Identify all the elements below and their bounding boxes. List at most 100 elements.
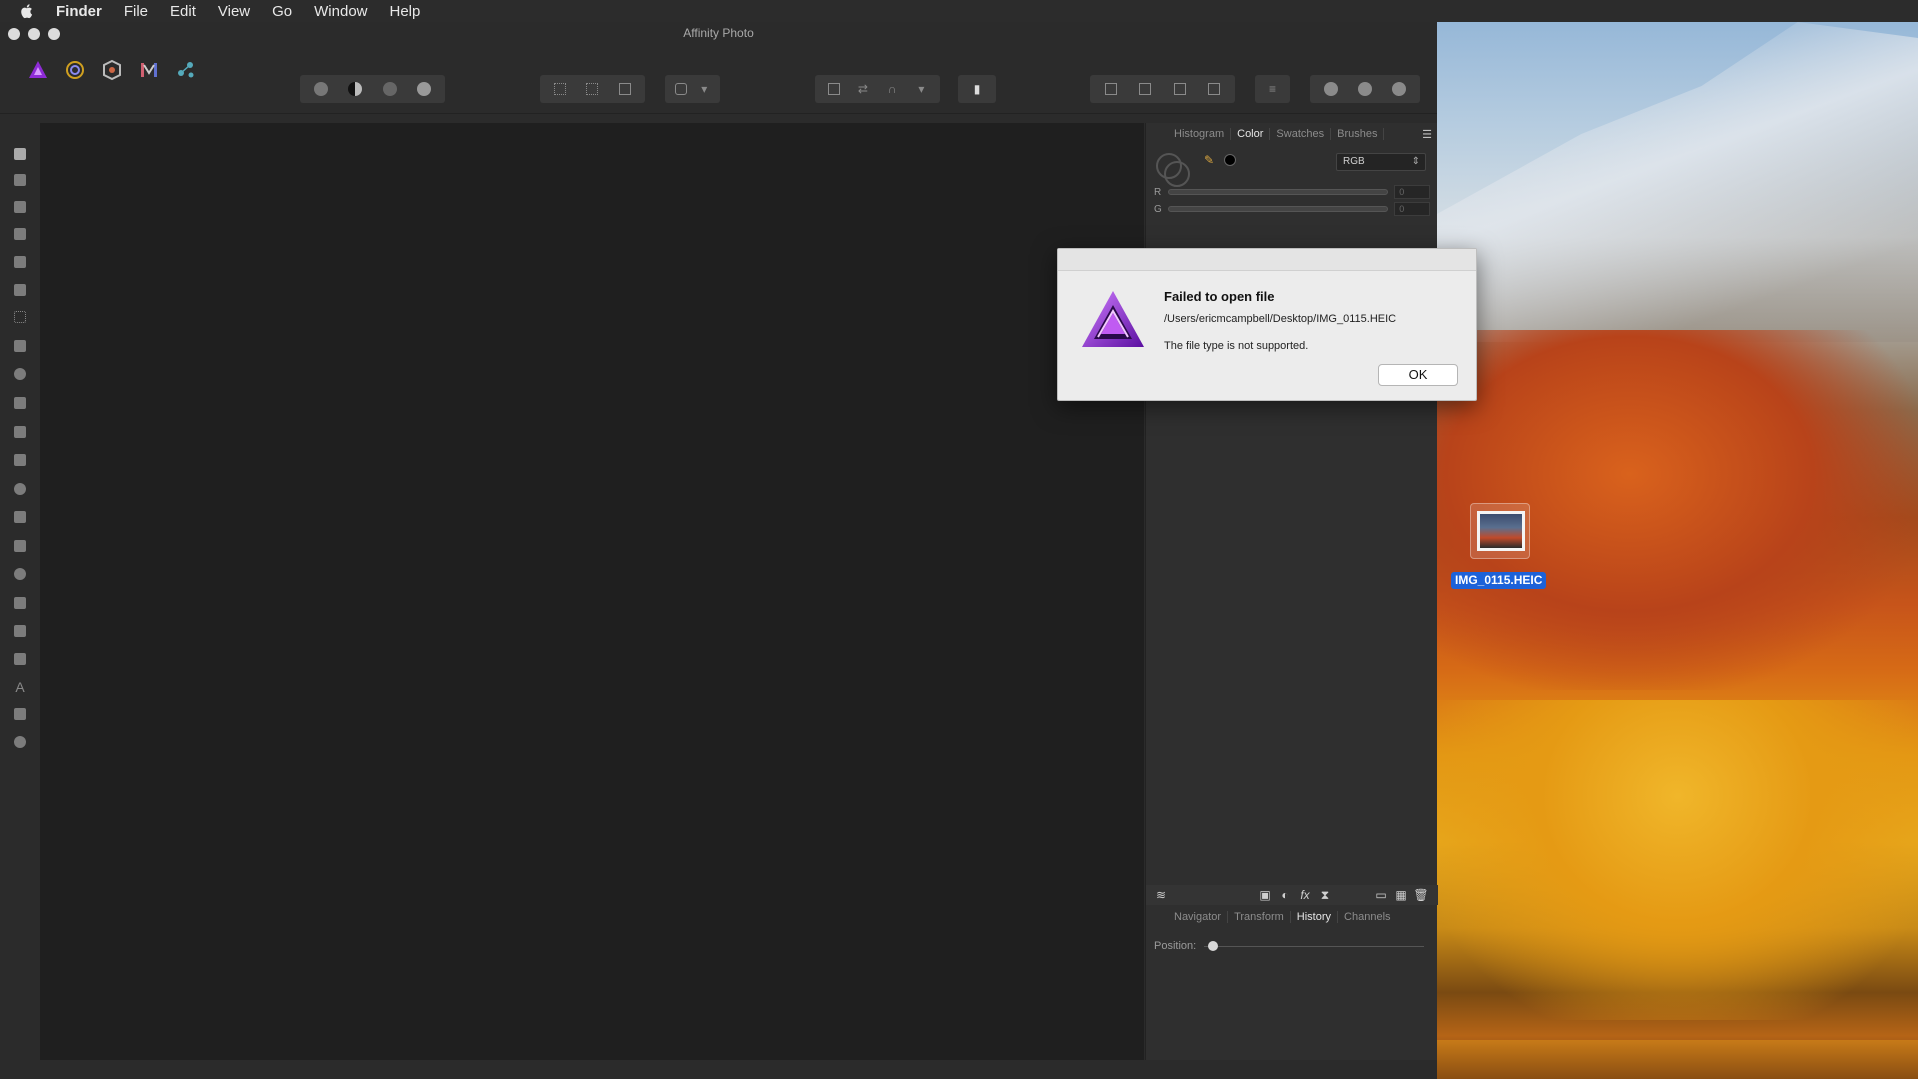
slider-r-track[interactable] [1167,189,1389,195]
color-wells[interactable] [1156,153,1192,189]
hand-tool-icon[interactable] [11,145,29,163]
pen-tool-icon[interactable] [11,594,29,612]
desktop-file-icon[interactable] [1470,503,1530,559]
mesh-warp-tool-icon[interactable] [11,705,29,723]
slider-r-label: R [1154,186,1162,198]
tab-brushes[interactable]: Brushes [1331,128,1385,140]
text-tool-icon[interactable]: A [11,678,29,696]
menu-go[interactable]: Go [272,3,292,20]
current-color-swatch[interactable] [1224,154,1236,166]
menu-finder[interactable]: Finder [56,3,102,20]
paint-brush-tool-icon[interactable] [11,394,29,412]
affinity-photo-logo-icon [1082,291,1144,347]
grid-icon[interactable] [822,79,846,99]
shadow-icon[interactable] [378,79,402,99]
move-forward-icon[interactable] [1168,79,1192,99]
move-back-icon[interactable] [1099,79,1123,99]
move-front-icon[interactable] [1202,79,1226,99]
clone-tool-icon[interactable] [11,508,29,526]
flood-fill-tool-icon[interactable] [11,337,29,355]
ok-button[interactable]: OK [1378,364,1458,386]
deselect-icon[interactable] [580,79,604,99]
chevron-down-icon[interactable]: ▾ [693,79,717,99]
tab-transform[interactable]: Transform [1228,911,1291,923]
align-icon[interactable]: ≡ [1261,79,1285,99]
close-window-button[interactable] [8,28,20,40]
invert-selection-icon[interactable] [613,79,637,99]
slider-r[interactable]: R 0 [1154,185,1430,199]
mask-layer-icon[interactable]: ▣ [1258,888,1272,902]
layers-icon[interactable]: ≋ [1154,888,1168,902]
color-picker-tool-icon[interactable] [11,198,29,216]
fx-icon[interactable]: fx [1298,888,1312,902]
liquify-persona-icon[interactable] [62,57,88,83]
tab-channels[interactable]: Channels [1338,911,1396,923]
subtract-icon[interactable] [1353,79,1377,99]
position-label: Position: [1154,940,1197,952]
red-eye-tool-icon[interactable] [11,565,29,583]
slider-g-value[interactable]: 0 [1394,202,1430,216]
adjustment-icon[interactable]: ◐ [1278,888,1292,902]
slider-r-value[interactable]: 0 [1394,185,1430,199]
intersect-icon[interactable] [1387,79,1411,99]
move-backward-icon[interactable] [1133,79,1157,99]
color-mode-select[interactable]: RGB ⇕ [1336,153,1426,171]
document-canvas[interactable] [40,123,1144,1060]
blur-tool-icon[interactable] [11,480,29,498]
select-all-icon[interactable] [548,79,572,99]
zoom-window-button[interactable] [48,28,60,40]
dodge-tool-icon[interactable] [11,423,29,441]
levels-icon[interactable] [309,79,333,99]
selection-brush-tool-icon[interactable] [11,253,29,271]
gradient-tool-icon[interactable] [11,365,29,383]
info-tool-group: ▮ [958,75,996,103]
develop-persona-icon[interactable] [99,57,125,83]
add-icon[interactable] [1319,79,1343,99]
quick-mask-icon[interactable] [669,79,693,99]
menu-help[interactable]: Help [390,3,421,20]
apple-icon[interactable] [18,2,36,20]
eraser-tool-icon[interactable] [11,451,29,469]
slider-g[interactable]: G 0 [1154,202,1430,216]
tab-color[interactable]: Color [1231,128,1271,140]
minimize-window-button[interactable] [28,28,40,40]
tab-navigator[interactable]: Navigator [1168,911,1229,923]
chevron-down-icon[interactable]: ▾ [909,79,933,99]
menu-view[interactable]: View [218,3,250,20]
history-position-slider[interactable] [1204,940,1425,951]
tab-swatches[interactable]: Swatches [1270,128,1332,140]
wallpaper-yellow-trees [1437,700,1918,1020]
eyedropper-icon[interactable]: ✎ [1204,153,1218,167]
tab-histogram[interactable]: Histogram [1168,128,1232,140]
node-tool-icon[interactable] [11,622,29,640]
info-icon[interactable]: ▮ [965,79,989,99]
zoom-tool-icon[interactable] [11,733,29,751]
arrange-icon[interactable]: ⇄ [851,79,875,99]
panel-menu-icon[interactable]: ☰ [1422,128,1432,141]
photo-persona-icon[interactable] [25,57,51,83]
marquee-tool-icon[interactable] [11,308,29,326]
menu-file[interactable]: File [124,3,148,20]
tab-history[interactable]: History [1291,911,1339,923]
menu-window[interactable]: Window [314,3,367,20]
slider-g-track[interactable] [1167,206,1389,212]
snapping-tool-group: ⇄ ∩ ▾ [815,75,940,103]
tone-mapping-persona-icon[interactable] [136,57,162,83]
history-position-knob[interactable] [1208,940,1219,951]
trash-icon[interactable]: 🗑 [1413,888,1428,902]
folder-icon[interactable]: ▭ [1374,888,1388,902]
app-window: Affinity Photo ▾ ⇄ ∩ ▾ ▮ ≡ A Histogram C… [0,22,1438,1079]
move-tool-icon[interactable] [11,171,29,189]
rectangle-tool-icon[interactable] [11,650,29,668]
live-filter-icon[interactable]: ⧗ [1318,888,1332,902]
desktop-file-label[interactable]: IMG_0115.HEIC [1451,572,1547,589]
export-persona-icon[interactable] [173,57,199,83]
magnet-icon[interactable]: ∩ [880,79,904,99]
sphere-icon[interactable] [412,79,436,99]
contrast-icon[interactable] [343,79,367,99]
flood-select-tool-icon[interactable] [11,281,29,299]
healing-tool-icon[interactable] [11,537,29,555]
add-pixel-layer-icon[interactable]: ▦ [1394,888,1408,902]
menu-edit[interactable]: Edit [170,3,196,20]
crop-tool-icon[interactable] [11,225,29,243]
